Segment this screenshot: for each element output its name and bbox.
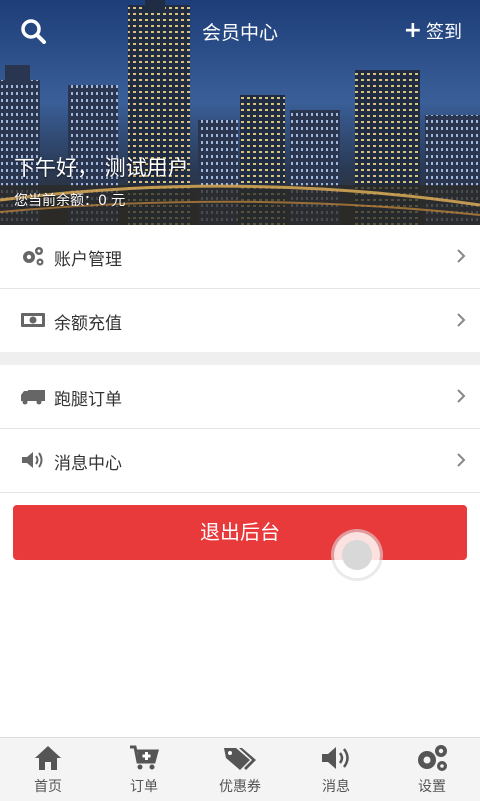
menu-item-recharge[interactable]: 余额充值 — [0, 289, 480, 353]
plus-icon: + — [403, 18, 422, 43]
menu-item-messages[interactable]: 消息中心 — [0, 429, 480, 493]
tab-settings[interactable]: 设置 — [384, 738, 480, 801]
chevron-right-icon — [457, 313, 466, 327]
tab-label: 消息 — [322, 779, 350, 795]
tab-label: 设置 — [418, 779, 446, 795]
tab-messages[interactable]: 消息 — [288, 738, 384, 801]
menu-item-errand-orders[interactable]: 跑腿订单 — [0, 365, 480, 429]
signin-label: 签到 — [426, 22, 462, 43]
gears-icon — [23, 247, 44, 266]
menu-item-account[interactable]: 账户管理 — [0, 225, 480, 289]
gears-icon — [418, 745, 447, 771]
greeting-text: 下午好， 测试用户 — [14, 156, 189, 180]
home-icon — [35, 746, 61, 770]
menu-item-label: 账户管理 — [54, 250, 122, 270]
tab-label: 首页 — [34, 779, 62, 795]
search-icon — [21, 19, 46, 44]
speaker-icon — [22, 452, 43, 468]
truck-icon — [21, 390, 45, 405]
header-banner: 会员中心 + 签到 下午好， 测试用户 您当前余额：0 元 — [0, 0, 480, 225]
tags-icon — [224, 748, 256, 770]
tab-coupons[interactable]: 优惠券 — [192, 738, 288, 801]
chevron-right-icon — [457, 249, 466, 263]
tab-home[interactable]: 首页 — [0, 738, 96, 801]
cart-icon — [130, 745, 159, 770]
menu-item-label: 跑腿订单 — [54, 390, 122, 410]
speaker-icon — [322, 747, 349, 769]
bottom-nav: 首页 订单 优惠券 消息 设置 — [0, 737, 480, 801]
chevron-right-icon — [457, 453, 466, 467]
tab-label: 优惠券 — [219, 779, 261, 795]
chevron-right-icon — [457, 389, 466, 403]
balance-text: 您当前余额：0 元 — [14, 193, 126, 209]
tab-orders[interactable]: 订单 — [96, 738, 192, 801]
money-icon — [21, 313, 45, 327]
section-divider — [0, 352, 480, 365]
menu-item-label: 消息中心 — [54, 454, 122, 474]
menu-item-label: 余额充值 — [54, 314, 122, 334]
signin-button[interactable]: + 签到 — [404, 18, 462, 44]
search-button[interactable] — [18, 16, 50, 48]
tab-label: 订单 — [130, 779, 158, 795]
top-bar: 会员中心 + 签到 — [0, 0, 480, 60]
logout-button[interactable]: 退出后台 — [13, 505, 467, 560]
